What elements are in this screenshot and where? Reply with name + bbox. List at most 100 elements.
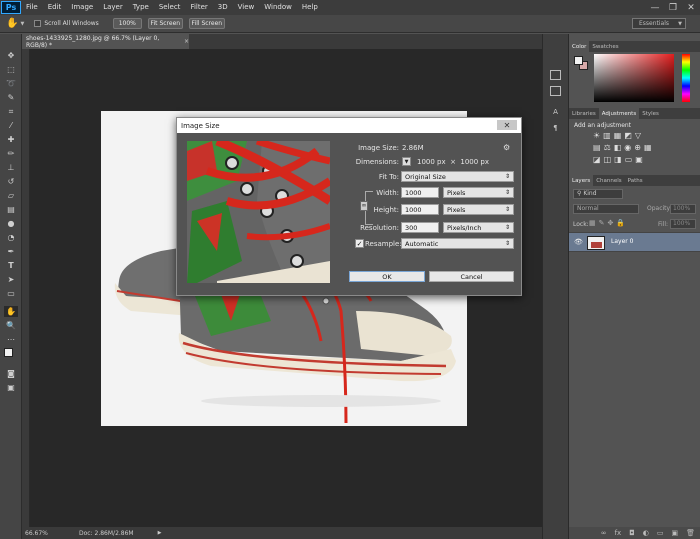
vibrance-icon[interactable]: ▽ — [635, 131, 644, 140]
history-panel-icon[interactable] — [550, 70, 561, 80]
tool-preset-arrow-icon[interactable]: ▼ — [20, 21, 24, 27]
properties-panel-icon[interactable] — [550, 86, 561, 96]
character-panel-icon[interactable]: A — [550, 108, 561, 118]
tab-adjustments[interactable]: Adjustments — [598, 108, 640, 119]
scroll-all-checkbox[interactable] — [34, 20, 42, 27]
fit-to-select[interactable]: Original Size ⇕ — [401, 171, 514, 182]
invert-icon[interactable]: ◪ — [593, 155, 604, 164]
paragraph-panel-icon[interactable]: ¶ — [550, 124, 561, 134]
hue-slider[interactable] — [682, 54, 690, 102]
layer-name[interactable]: Layer 0 — [611, 238, 633, 245]
image-preview[interactable] — [187, 141, 330, 283]
fill-screen-button[interactable]: Fill Screen — [188, 18, 225, 29]
path-select-icon[interactable]: ➤ — [4, 274, 18, 285]
menu-type[interactable]: Type — [128, 0, 154, 15]
menu-layer[interactable]: Layer — [98, 0, 128, 15]
menu-view[interactable]: View — [233, 0, 260, 15]
gradient-tool-icon[interactable]: ▤ — [4, 204, 18, 215]
tab-channels[interactable]: Channels — [593, 175, 624, 186]
foreground-color-swatch[interactable] — [4, 348, 13, 357]
hand-tool-icon[interactable]: ✋ — [6, 18, 18, 29]
height-input[interactable]: 1000 — [401, 204, 439, 215]
menu-window[interactable]: Window — [259, 0, 297, 15]
tab-color[interactable]: Color — [569, 41, 590, 52]
opacity-field[interactable]: 100% — [670, 204, 696, 214]
fg-swatch[interactable] — [574, 56, 583, 65]
zoom-tool-icon[interactable]: 🔍 — [4, 320, 18, 331]
menu-help[interactable]: Help — [297, 0, 323, 15]
new-layer-icon[interactable]: ▣ — [671, 529, 678, 537]
link-icon[interactable]: ∞ — [601, 529, 607, 537]
layer-row[interactable]: 👁 Layer 0 — [569, 232, 700, 252]
color-lookup-icon[interactable]: ▦ — [644, 143, 655, 152]
fx-icon[interactable]: fx — [615, 529, 622, 537]
trash-icon[interactable]: 🗑 — [686, 529, 695, 537]
posterize-icon[interactable]: ◫ — [604, 155, 615, 164]
menu-select[interactable]: Select — [154, 0, 186, 15]
gradient-map-icon[interactable]: ▭ — [625, 155, 636, 164]
tab-styles[interactable]: Styles — [639, 108, 662, 119]
screen-mode-icon[interactable]: ▣ — [4, 382, 18, 393]
tab-layers[interactable]: Layers — [569, 175, 594, 186]
zoom-level[interactable]: 66.67% — [25, 530, 73, 537]
height-unit-select[interactable]: Pixels ⇕ — [443, 204, 514, 215]
blur-tool-icon[interactable]: ● — [4, 218, 18, 229]
color-balance-icon[interactable]: ⚖ — [604, 143, 614, 152]
resolution-input[interactable]: 300 — [401, 222, 439, 233]
brush-tool-icon[interactable]: ✏ — [4, 148, 18, 159]
hue-sat-icon[interactable]: ▤ — [593, 143, 604, 152]
brightness-icon[interactable]: ☀ — [593, 131, 603, 140]
exposure-icon[interactable]: ◩ — [624, 131, 635, 140]
menu-edit[interactable]: Edit — [43, 0, 67, 15]
menu-filter[interactable]: Filter — [185, 0, 212, 15]
bw-icon[interactable]: ◧ — [614, 143, 625, 152]
more-tools-icon[interactable]: ⋯ — [4, 334, 18, 345]
healing-brush-icon[interactable]: ✚ — [4, 134, 18, 145]
settings-gear-icon[interactable]: ⚙ — [503, 143, 510, 152]
cancel-button[interactable]: Cancel — [429, 271, 514, 282]
channel-mixer-icon[interactable]: ⊕ — [634, 143, 644, 152]
eraser-tool-icon[interactable]: ▱ — [4, 190, 18, 201]
tab-libraries[interactable]: Libraries — [569, 108, 599, 119]
lock-icons[interactable]: ▦✎✥🔒 — [589, 219, 628, 227]
close-window-button[interactable]: ✕ — [682, 0, 700, 15]
mask-icon[interactable]: ◘ — [629, 529, 635, 537]
menu-file[interactable]: File — [21, 0, 43, 15]
workspace-select[interactable]: Essentials ▼ — [632, 18, 686, 29]
color-picker-field[interactable] — [594, 54, 674, 102]
resample-select[interactable]: Automatic ⇕ — [401, 238, 514, 249]
ok-button[interactable]: OK — [349, 271, 425, 282]
pen-tool-icon[interactable]: ✒ — [4, 246, 18, 257]
quick-mask-icon[interactable]: ◙ — [4, 368, 18, 379]
kind-filter[interactable]: ⚲ Kind — [573, 189, 623, 199]
width-unit-select[interactable]: Pixels ⇕ — [443, 187, 514, 198]
group-icon[interactable]: ▭ — [657, 529, 664, 537]
blend-mode-select[interactable]: Normal — [573, 204, 639, 214]
dialog-close-button[interactable]: ✕ — [497, 120, 517, 130]
move-tool-icon[interactable]: ✥ — [4, 50, 18, 61]
dimensions-dropdown-icon[interactable]: ▼ — [402, 157, 411, 166]
tab-swatches[interactable]: Swatches — [589, 41, 621, 52]
restore-button[interactable]: ❐ — [664, 0, 682, 15]
fit-screen-button[interactable]: Fit Screen — [147, 18, 183, 29]
crop-tool-icon[interactable]: ⌗ — [4, 106, 18, 117]
lasso-tool-icon[interactable]: ➰ — [4, 78, 18, 89]
menu-3d[interactable]: 3D — [213, 0, 233, 15]
zoom-100-button[interactable]: 100% — [112, 18, 142, 29]
dodge-tool-icon[interactable]: ◔ — [4, 232, 18, 243]
rectangle-tool-icon[interactable]: ▭ — [4, 288, 18, 299]
quick-select-tool-icon[interactable]: ✎ — [4, 92, 18, 103]
history-brush-icon[interactable]: ↺ — [4, 176, 18, 187]
resolution-unit-select[interactable]: Pixels/Inch ⇕ — [443, 222, 514, 233]
minimize-button[interactable]: — — [646, 0, 664, 15]
clone-stamp-icon[interactable]: ⊥ — [4, 162, 18, 173]
selective-color-icon[interactable]: ▣ — [635, 155, 646, 164]
threshold-icon[interactable]: ◨ — [614, 155, 625, 164]
close-tab-icon[interactable]: × — [184, 38, 189, 45]
resample-checkbox[interactable]: ✓ — [355, 239, 364, 248]
levels-icon[interactable]: ▥ — [603, 131, 614, 140]
width-input[interactable]: 1000 — [401, 187, 439, 198]
marquee-tool-icon[interactable]: ⬚ — [4, 64, 18, 75]
fill-field[interactable]: 100% — [670, 219, 696, 229]
curves-icon[interactable]: ▦ — [614, 131, 625, 140]
